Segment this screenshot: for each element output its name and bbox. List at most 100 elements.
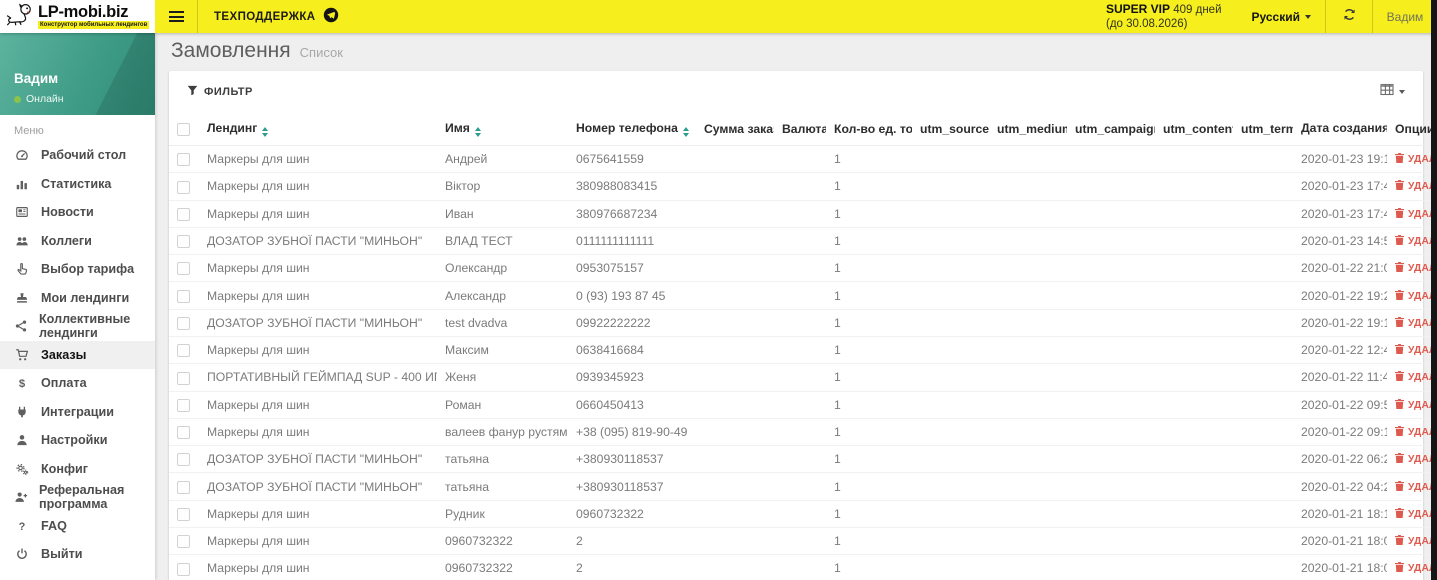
row-checkbox[interactable] xyxy=(177,153,190,167)
sidebar-item-integrations[interactable]: Интеграции xyxy=(0,398,155,427)
row-checkbox[interactable] xyxy=(177,316,190,330)
row-checkbox[interactable] xyxy=(177,453,190,467)
sidebar-item-payment[interactable]: $ Оплата xyxy=(0,369,155,398)
menu-section-label: Меню xyxy=(14,125,44,137)
column-header[interactable]: Номер телефона xyxy=(568,113,696,146)
row-checkbox[interactable] xyxy=(177,507,190,521)
cell-phone: +38 (095) 819-90-49 xyxy=(568,418,696,447)
refresh-button[interactable] xyxy=(1326,0,1372,33)
select-all-checkbox[interactable] xyxy=(177,123,190,137)
order-row: Маркеры для шинвалеев фанур рустямович+3… xyxy=(169,418,1437,447)
sidebar-item-logout[interactable]: Выйти xyxy=(0,540,155,569)
cell-phone: 0660450413 xyxy=(568,391,696,419)
language-selector[interactable]: Русский xyxy=(1238,0,1326,33)
cell-created: 2020-01-22 21:08:31 xyxy=(1293,254,1387,283)
cell-qty: 1 xyxy=(826,227,912,256)
cell-utm-content xyxy=(1155,145,1233,174)
cell-qty: 1 xyxy=(826,363,912,392)
sidebar-profile: Вадим Онлайн xyxy=(0,33,155,115)
trash-icon xyxy=(1395,453,1404,466)
sidebar-item-my-landings[interactable]: Мои лендинги xyxy=(0,284,155,313)
cell-created: 2020-01-22 06:28:49 xyxy=(1293,445,1387,474)
cell-name: Рудник xyxy=(437,500,568,528)
card-toolbar: ФИЛЬТР xyxy=(169,71,1423,113)
logo[interactable]: LP-mobi.biz Конструктор мобильных лендин… xyxy=(0,0,155,33)
filter-button[interactable]: ФИЛЬТР xyxy=(187,85,253,99)
row-checkbox[interactable] xyxy=(177,180,190,194)
news-icon xyxy=(14,205,30,219)
cell-phone: 09922222222 xyxy=(568,309,696,337)
cell-utm-term xyxy=(1233,200,1293,228)
trash-icon xyxy=(1395,180,1404,193)
cell-landing: Маркеры для шин xyxy=(199,336,437,365)
columns-select-button[interactable] xyxy=(1379,82,1405,102)
plan-until: (до 30.08.2026) xyxy=(1106,18,1188,30)
row-checkbox[interactable] xyxy=(177,262,190,276)
support-label: ТЕХПОДДЕРЖКА xyxy=(214,10,316,23)
cell-phone: +380930118537 xyxy=(568,472,696,501)
row-checkbox[interactable] xyxy=(177,480,190,494)
row-checkbox[interactable] xyxy=(177,562,190,576)
sidebar-item-dashboard[interactable]: Рабочий стол xyxy=(0,141,155,170)
sidebar-item-statistics[interactable]: Статистика xyxy=(0,170,155,199)
cell-phone: 2 xyxy=(568,527,696,556)
question-icon: ? xyxy=(14,519,30,533)
cell-utm-content xyxy=(1155,391,1233,419)
column-header-label: Имя xyxy=(445,121,470,135)
sidebar-toggle-button[interactable] xyxy=(155,0,197,33)
row-checkbox[interactable] xyxy=(177,398,190,412)
sidebar-item-news[interactable]: Новости xyxy=(0,198,155,227)
cell-order-sum xyxy=(696,172,774,201)
column-header[interactable]: Лендинг xyxy=(199,113,437,146)
user-menu-label: Вадим xyxy=(1386,9,1424,24)
cell-created: 2020-01-22 19:13:19 xyxy=(1293,309,1387,337)
row-checkbox[interactable] xyxy=(177,426,190,440)
row-checkbox[interactable] xyxy=(177,344,190,358)
trash-icon xyxy=(1395,262,1404,275)
sidebar-item-tariff[interactable]: Выбор тарифа xyxy=(0,255,155,284)
sidebar-item-orders[interactable]: Заказы xyxy=(0,340,155,369)
scrollbar[interactable] xyxy=(1431,0,1437,580)
column-header[interactable]: Дата создания xyxy=(1293,113,1387,146)
cell-utm-medium xyxy=(989,172,1067,201)
cell-utm-campaign xyxy=(1067,172,1155,201)
sidebar-item-referral[interactable]: Реферальная программа xyxy=(0,483,155,512)
cell-utm-source xyxy=(912,554,989,580)
cell-utm-content xyxy=(1155,200,1233,228)
column-header[interactable]: Имя xyxy=(437,113,568,146)
logo-tagline: Конструктор мобильных лендингов xyxy=(38,21,150,30)
chevron-down-icon xyxy=(1399,90,1405,94)
user-menu[interactable]: Вадим xyxy=(1373,0,1437,33)
row-checkbox[interactable] xyxy=(177,371,190,385)
cell-utm-source xyxy=(912,500,989,528)
cell-utm-term xyxy=(1233,363,1293,392)
cell-utm-campaign xyxy=(1067,500,1155,528)
row-checkbox[interactable] xyxy=(177,289,190,303)
sidebar-item-label: Заказы xyxy=(41,347,87,362)
cell-landing: ДОЗАТОР ЗУБНОЇ ПАСТИ "МИНЬОН" xyxy=(199,309,437,337)
cell-utm-medium xyxy=(989,336,1067,365)
cell-currency xyxy=(774,500,826,528)
cell-created: 2020-01-22 19:21:58 xyxy=(1293,281,1387,310)
support-button[interactable]: ТЕХПОДДЕРЖКА xyxy=(198,0,355,33)
cell-qty: 1 xyxy=(826,472,912,501)
cell-name: Андрей xyxy=(437,145,568,174)
row-checkbox[interactable] xyxy=(177,535,190,549)
cell-landing: Маркеры для шин xyxy=(199,418,437,447)
sidebar-item-faq[interactable]: ? FAQ xyxy=(0,512,155,541)
row-checkbox[interactable] xyxy=(177,235,190,249)
cell-name: валеев фанур рустямович xyxy=(437,418,568,447)
sidebar-item-colleagues[interactable]: Коллеги xyxy=(0,227,155,256)
sidebar-item-config[interactable]: Конфиг xyxy=(0,455,155,484)
sidebar-item-collective-landings[interactable]: Коллективные лендинги xyxy=(0,312,155,341)
cell-name: Віктор xyxy=(437,172,568,201)
cell-utm-content xyxy=(1155,336,1233,365)
cell-phone: 0 (93) 193 87 45 xyxy=(568,281,696,310)
sidebar-item-settings[interactable]: Настройки xyxy=(0,426,155,455)
cell-name: Олександр xyxy=(437,254,568,283)
row-checkbox[interactable] xyxy=(177,207,190,221)
cell-phone: 0111111111111 xyxy=(568,227,696,256)
cell-utm-medium xyxy=(989,309,1067,337)
trash-icon xyxy=(1395,207,1404,221)
cell-name: Александр xyxy=(437,281,568,310)
